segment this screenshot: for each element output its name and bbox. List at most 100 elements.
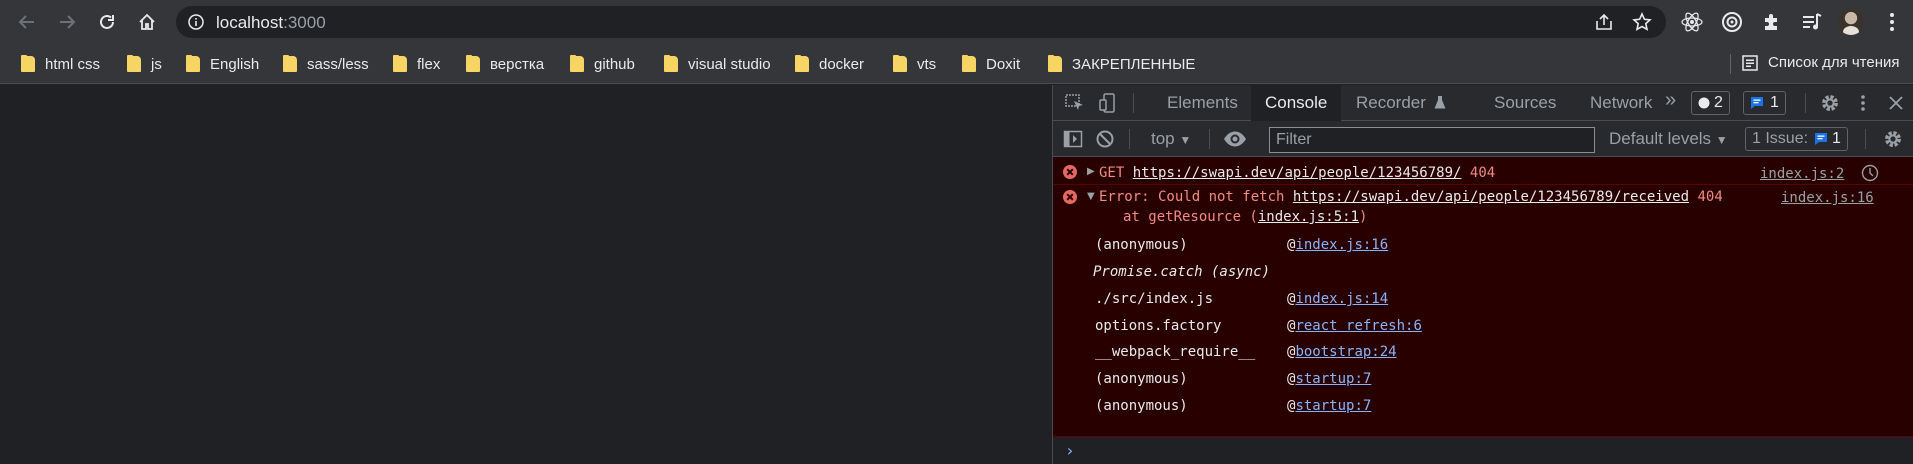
request-url-link[interactable]: https://swapi.dev/api/people/123456789/ [1133,165,1462,181]
stack-fn: ./src/index.js [1095,291,1214,307]
eye-icon[interactable] [1223,130,1247,148]
device-toggle-icon[interactable] [1099,93,1119,113]
clear-icon[interactable] [1095,129,1115,149]
stack-link[interactable]: startup:7 [1295,371,1371,387]
error-icon [1698,97,1710,109]
error-counter[interactable]: 2 [1691,91,1730,115]
bookmark-folder[interactable]: html css [21,54,100,74]
log-levels-dropdown[interactable]: Default levels ▼ [1609,129,1728,149]
inspect-icon[interactable] [1065,94,1085,112]
bookmark-folder[interactable]: github [570,54,635,74]
stack-link[interactable]: startup:7 [1295,398,1371,414]
divider [1730,54,1731,74]
bookmark-label: flex [417,55,441,73]
bookmark-folder[interactable]: Doxit [962,54,1020,74]
console-toolbar: top ▼ Default levels ▼ 1 Issue: 1 [1053,121,1913,157]
location-link[interactable]: index.js:5:1 [1258,209,1359,225]
kebab-menu-icon[interactable] [1880,10,1904,34]
bookmark-folder[interactable]: docker [795,54,864,74]
bookmark-folder[interactable]: верстка [466,54,544,74]
settings-icon[interactable] [1820,93,1840,113]
extension-circle-icon[interactable] [1720,10,1744,34]
react-icon[interactable] [1680,10,1704,34]
media-icon[interactable] [1800,10,1824,34]
forward-button[interactable] [52,7,82,37]
stack-link[interactable]: bootstrap:24 [1295,344,1396,360]
source-link[interactable]: index.js:16 [1781,190,1874,206]
collapse-icon[interactable]: ▼ [1087,191,1095,202]
devtools-panel: Elements Console Recorder Sources Networ… [1052,85,1913,464]
back-button[interactable] [12,7,42,37]
stack-link[interactable]: react refresh:6 [1295,318,1421,334]
stack-frame: options.factory @react refresh:6 [1095,318,1422,336]
error-icon [1063,165,1077,179]
page-viewport[interactable] [0,85,1052,464]
status-code: 404 [1469,165,1496,181]
stack-frame: __webpack_require__ @bootstrap:24 [1095,344,1397,362]
console-filter-input[interactable] [1269,127,1595,153]
puzzle-icon[interactable] [1760,10,1784,34]
divider [1865,129,1866,149]
error-stack-location: at getResource (index.js:5:1) [1123,209,1367,225]
http-method: GET [1099,165,1125,181]
reading-list-icon [1742,54,1758,71]
sidebar-icon[interactable] [1063,129,1083,149]
error-icon [1063,190,1077,204]
forward-arrow-icon [58,13,76,31]
bookmark-folder[interactable]: js [127,54,162,74]
divider [1133,93,1134,113]
bookmark-label: Doxit [986,55,1021,73]
bookmark-folder[interactable]: English [186,54,259,74]
console-messages: ▶ GET https://swapi.dev/api/people/12345… [1053,157,1913,437]
chevron-down-icon: ▼ [1715,133,1728,147]
tab-network[interactable]: Network [1576,85,1666,120]
share-icon[interactable] [1594,13,1614,31]
status-code: 404 [1697,189,1723,205]
context-selector[interactable]: top ▼ [1151,129,1191,149]
stack-link[interactable]: index.js:16 [1295,237,1388,253]
source-link[interactable]: index.js:2 [1760,166,1844,182]
reload-button[interactable] [92,7,122,37]
console-error-message: ▶ GET https://swapi.dev/api/people/12345… [1053,164,1913,185]
tab-recorder[interactable]: Recorder [1342,85,1460,120]
issues-count: 1 [1832,130,1841,147]
browser-toolbar: localhost:3000 [0,0,1913,44]
console-prompt-icon[interactable]: › [1065,441,1075,460]
bookmark-folder[interactable]: ЗАКРЕПЛЕННЫЕ [1048,54,1195,74]
url-host: localhost [216,13,284,32]
bookmark-folder[interactable]: visual studio [664,54,771,74]
reading-list-label: Список для чтения [1768,54,1900,71]
divider [1129,129,1130,149]
settings-icon[interactable] [1883,129,1903,149]
tab-elements[interactable]: Elements [1153,85,1252,120]
close-icon[interactable] [1887,94,1905,112]
more-tabs-icon[interactable]: » [1665,89,1676,112]
expand-icon[interactable]: ▶ [1087,166,1095,177]
bookmark-folder[interactable]: flex [393,54,440,74]
tab-console[interactable]: Console [1251,85,1342,121]
star-icon[interactable] [1632,12,1652,32]
bookmark-label: vts [917,55,937,73]
tab-sources[interactable]: Sources [1480,85,1570,120]
issues-button[interactable]: 1 Issue: 1 [1745,127,1848,151]
async-label: Promise.catch (async) [1093,264,1271,280]
profile-avatar[interactable] [1838,9,1864,35]
reading-list-button[interactable]: Список для чтения [1730,54,1900,74]
url-port: :3000 [283,13,326,32]
bookmark-folder[interactable]: vts [893,54,936,74]
stack-link[interactable]: index.js:14 [1295,291,1388,307]
request-url-link[interactable]: https://swapi.dev/api/people/123456789/r… [1293,189,1689,205]
stack-fn: (anonymous) [1095,237,1188,253]
info-icon[interactable] [188,14,204,30]
bookmark-folder[interactable]: sass/less [283,54,369,74]
home-button[interactable] [132,7,162,37]
folder-icon [570,55,584,73]
performance-icon[interactable] [1861,164,1879,182]
address-bar[interactable]: localhost:3000 [176,6,1666,38]
message-text: GET https://swapi.dev/api/people/1234567… [1099,165,1495,181]
folder-icon [962,55,976,73]
message-icon [1814,132,1828,146]
message-counter[interactable]: 1 [1743,91,1786,115]
error-count: 2 [1714,94,1723,111]
kebab-menu-icon[interactable] [1853,93,1873,113]
